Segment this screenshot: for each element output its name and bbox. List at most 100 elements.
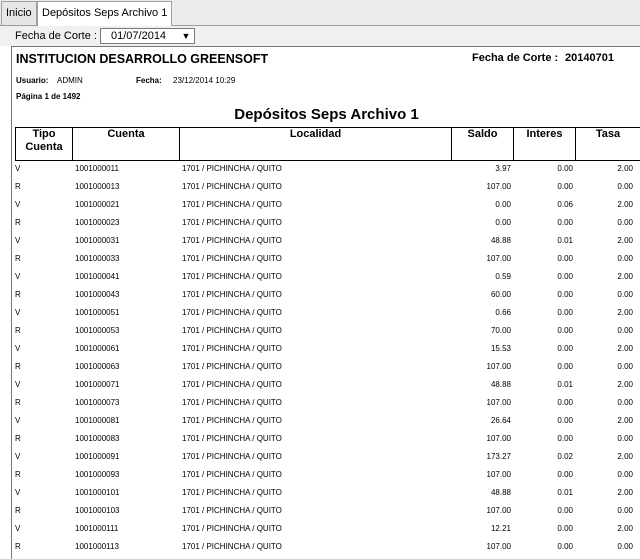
dropdown-arrow-icon[interactable]: ▼: [179, 30, 193, 42]
cell-cuenta: 1001000041: [75, 272, 120, 281]
cell-tasa: 0.00: [617, 182, 633, 191]
cell-tasa: 2.00: [617, 344, 633, 353]
cell-tipo: V: [15, 380, 21, 389]
cell-tipo: R: [15, 254, 21, 263]
col-header-tasa-text: Tasa: [595, 128, 621, 140]
cell-tasa: 2.00: [617, 524, 633, 533]
cell-localidad: 1701 / PICHINCHA / QUITO: [182, 200, 282, 209]
cell-interes: 0.00: [557, 416, 573, 425]
cell-tipo: V: [15, 488, 21, 497]
cell-cuenta: 1001000053: [75, 326, 120, 335]
fecha-corte-value: 01/07/2014: [111, 30, 167, 42]
cell-saldo: 48.88: [490, 236, 511, 245]
cell-saldo: 0.00: [495, 200, 511, 209]
cell-tipo: R: [15, 290, 21, 299]
cell-localidad: 1701 / PICHINCHA / QUITO: [182, 236, 282, 245]
cell-tasa: 2.00: [617, 236, 633, 245]
cell-localidad: 1701 / PICHINCHA / QUITO: [182, 272, 282, 281]
cell-tasa: 0.00: [617, 470, 633, 479]
cell-interes: 0.00: [557, 362, 573, 371]
report-viewer: INSTITUCION DESARROLLO GREENSOFT Fecha d…: [11, 46, 640, 559]
cell-tasa: 0.00: [617, 506, 633, 515]
fecha-corte-select[interactable]: 01/07/2014 ▼: [100, 28, 195, 44]
cell-tipo: R: [15, 470, 21, 479]
cell-interes: 0.01: [557, 236, 573, 245]
cell-tasa: 2.00: [617, 380, 633, 389]
cell-saldo: 107.00: [486, 182, 511, 191]
cell-interes: 0.00: [557, 272, 573, 281]
cell-interes: 0.00: [557, 308, 573, 317]
cell-interes: 0.00: [557, 506, 573, 515]
col-header-tipo: Tipo Cuenta: [15, 127, 73, 161]
cell-tipo: V: [15, 308, 21, 317]
table-row: V 1001000101 1701 / PICHINCHA / QUITO 48.88…: [12, 483, 640, 501]
cell-localidad: 1701 / PICHINCHA / QUITO: [182, 416, 282, 425]
cell-tasa: 2.00: [617, 416, 633, 425]
cell-tasa: 0.00: [617, 362, 633, 371]
cell-localidad: 1701 / PICHINCHA / QUITO: [182, 308, 282, 317]
fecha-value: 23/12/2014 10:29: [173, 76, 236, 85]
cell-tipo: V: [15, 164, 21, 173]
cell-saldo: 0.00: [495, 218, 511, 227]
table-row: V 1001000111 1701 / PICHINCHA / QUITO 12.21…: [12, 519, 640, 537]
cell-localidad: 1701 / PICHINCHA / QUITO: [182, 542, 282, 551]
cell-cuenta: 1001000081: [75, 416, 120, 425]
page-indicator: Página 1 de 1492: [16, 92, 81, 101]
cell-tipo: V: [15, 452, 21, 461]
cell-cuenta: 1001000093: [75, 470, 120, 479]
col-header-tipo-line1: Tipo: [32, 128, 56, 140]
cell-saldo: 0.59: [495, 272, 511, 281]
cell-interes: 0.01: [557, 488, 573, 497]
cell-saldo: 107.00: [486, 470, 511, 479]
cell-localidad: 1701 / PICHINCHA / QUITO: [182, 326, 282, 335]
table-row: R 1001000113 1701 / PICHINCHA / QUITO 107.0…: [12, 537, 640, 555]
cell-cuenta: 1001000113: [75, 542, 119, 551]
cell-interes: 0.00: [557, 254, 573, 263]
table-row: R 1001000023 1701 / PICHINCHA / QUITO 0.00 0…: [12, 213, 640, 231]
tab-depositos-seps[interactable]: Depósitos Seps Archivo 1: [37, 1, 173, 27]
cell-localidad: 1701 / PICHINCHA / QUITO: [182, 362, 282, 371]
cell-localidad: 1701 / PICHINCHA / QUITO: [182, 254, 282, 263]
cell-cuenta: 1001000063: [75, 362, 120, 371]
cell-interes: 0.06: [557, 200, 573, 209]
cell-interes: 0.00: [557, 398, 573, 407]
cell-tasa: 2.00: [617, 272, 633, 281]
col-header-saldo-text: Saldo: [467, 128, 498, 140]
table-row: V 1001000031 1701 / PICHINCHA / QUITO 48.88…: [12, 231, 640, 249]
cell-cuenta: 1001000083: [75, 434, 120, 443]
cell-localidad: 1701 / PICHINCHA / QUITO: [182, 380, 282, 389]
cell-localidad: 1701 / PICHINCHA / QUITO: [182, 398, 282, 407]
cell-tasa: 2.00: [617, 452, 633, 461]
cell-localidad: 1701 / PICHINCHA / QUITO: [182, 488, 282, 497]
usuario-value: ADMIN: [57, 76, 83, 85]
cell-localidad: 1701 / PICHINCHA / QUITO: [182, 218, 282, 227]
cell-saldo: 107.00: [486, 542, 511, 551]
report-corte-label: Fecha de Corte :: [472, 52, 559, 64]
cell-interes: 0.00: [557, 542, 573, 551]
tab-inicio[interactable]: Inicio: [1, 1, 37, 25]
col-header-interes: Interes: [513, 127, 576, 161]
fecha-label: Fecha:: [136, 76, 162, 85]
cell-interes: 0.00: [557, 344, 573, 353]
cell-cuenta: 1001000031: [75, 236, 120, 245]
table-row: R 1001000043 1701 / PICHINCHA / QUITO 60.00…: [12, 285, 640, 303]
cell-cuenta: 1001000101: [75, 488, 120, 497]
table-row: V 1001000091 1701 / PICHINCHA / QUITO 173.2…: [12, 447, 640, 465]
table-row: V 1001000061 1701 / PICHINCHA / QUITO 15.53…: [12, 339, 640, 357]
cell-tipo: R: [15, 362, 21, 371]
cell-saldo: 107.00: [486, 434, 511, 443]
cell-interes: 0.00: [557, 218, 573, 227]
cell-saldo: 107.00: [486, 362, 511, 371]
cell-interes: 0.00: [557, 326, 573, 335]
cell-tasa: 0.00: [617, 398, 633, 407]
report-title: Depósitos Seps Archivo 1: [234, 106, 419, 123]
table-row: R 1001000063 1701 / PICHINCHA / QUITO 107.0…: [12, 357, 640, 375]
cell-tasa: 0.00: [617, 542, 633, 551]
cell-interes: 0.00: [557, 434, 573, 443]
cell-saldo: 107.00: [486, 254, 511, 263]
cell-localidad: 1701 / PICHINCHA / QUITO: [182, 290, 282, 299]
cell-tipo: V: [15, 524, 21, 533]
table-row: V 1001000011 1701 / PICHINCHA / QUITO 3.97 0…: [12, 159, 640, 177]
cell-cuenta: 1001000013: [75, 182, 120, 191]
cell-tasa: 2.00: [617, 308, 633, 317]
